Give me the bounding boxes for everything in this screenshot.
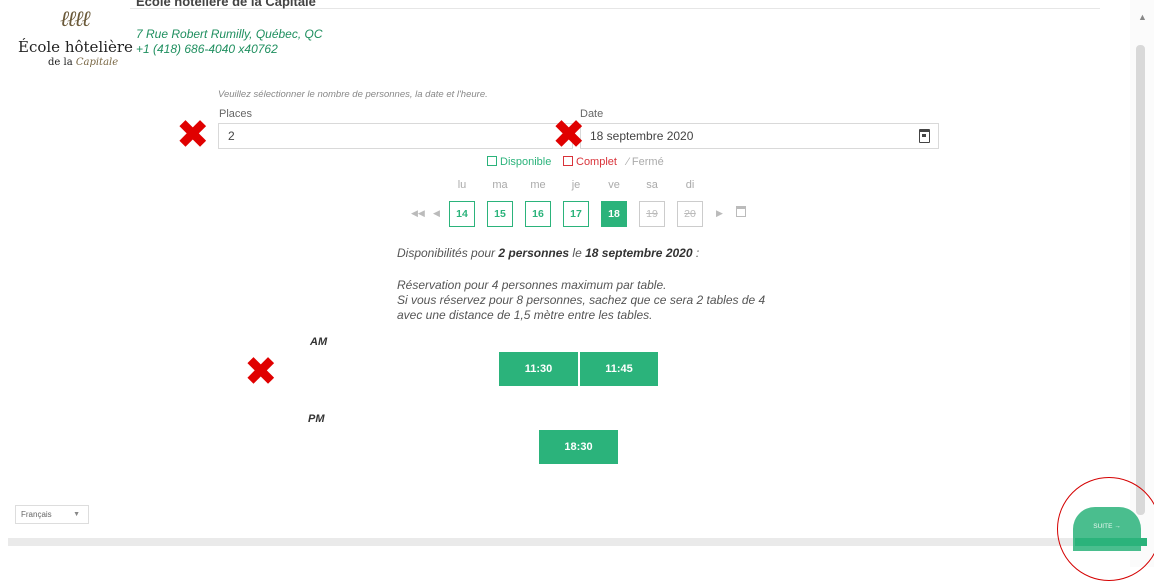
annotation-cross-places: ✖ <box>176 112 210 158</box>
available-swatch-icon <box>487 156 497 166</box>
weekday-thu: je <box>571 179 581 191</box>
full-swatch-icon <box>563 156 573 166</box>
org-address: 7 Rue Robert Rumilly, Québec, QC <box>136 27 323 41</box>
weekday-mon: lu <box>457 179 467 191</box>
calendar-icon[interactable] <box>919 129 930 143</box>
annotation-cross-date: ✖ <box>552 112 586 158</box>
legend-full: Complet <box>563 156 617 168</box>
slot-1830-button[interactable]: 18:30 <box>539 430 618 464</box>
places-label: Places <box>219 108 253 120</box>
day-16[interactable]: 16 <box>525 201 551 227</box>
closed-slash-icon: ⁄ <box>627 156 629 168</box>
notes-line1: Réservation pour 4 personnes maximum par… <box>397 278 667 292</box>
logo-line1: École hôtelière <box>18 38 133 56</box>
day-20: 20 <box>677 201 703 227</box>
date-value: 18 septembre 2020 <box>590 129 694 143</box>
legend-available: Disponible <box>487 156 551 168</box>
weekday-wed: me <box>530 179 546 191</box>
day-15[interactable]: 15 <box>487 201 513 227</box>
weekday-fri: ve <box>608 179 620 191</box>
legend-closed: ⁄ Fermé <box>627 156 664 168</box>
scroll-up-icon[interactable]: ▲ <box>1138 12 1147 22</box>
school-logo: ℓℓℓℓ École hôtelière de la Capitale <box>18 2 133 72</box>
weekday-tue: ma <box>492 179 508 191</box>
chevron-down-icon: ▼ <box>73 511 80 518</box>
prev-week-icon[interactable]: ◀ <box>433 208 440 219</box>
page-scrollbar[interactable] <box>1130 0 1154 567</box>
day-14[interactable]: 14 <box>449 201 475 227</box>
day-17[interactable]: 17 <box>563 201 589 227</box>
weekday-sun: di <box>685 179 695 191</box>
day-18[interactable]: 18 <box>601 201 627 227</box>
org-name: École hôtelière de la Capitale <box>136 0 316 9</box>
reservation-notes: Réservation pour 4 personnes maximum par… <box>397 278 777 323</box>
language-select[interactable]: Français ▼ <box>15 505 89 524</box>
day-19: 19 <box>639 201 665 227</box>
scrollbar-thumb[interactable] <box>1136 45 1145 515</box>
org-phone[interactable]: +1 (418) 686-4040 x40762 <box>136 42 278 56</box>
weekday-sat: sa <box>646 179 658 191</box>
slot-1145-button[interactable]: 11:45 <box>580 352 658 386</box>
bottom-scrollbar[interactable] <box>8 538 1130 546</box>
am-label: AM <box>310 336 328 348</box>
next-week-icon[interactable]: ▶ <box>716 208 723 219</box>
next-button-bar <box>1075 538 1147 546</box>
availability-heading: Disponibilités pour 2 personnes le 18 se… <box>397 246 700 260</box>
annotation-cross-am: ✖ <box>244 349 278 395</box>
slot-1130-button[interactable]: 11:30 <box>499 352 578 386</box>
calendar-jump-icon[interactable] <box>736 206 746 217</box>
pm-label: PM <box>308 413 325 425</box>
first-week-icon[interactable]: ◀◀ <box>411 208 425 219</box>
places-input[interactable]: 2 <box>218 123 573 149</box>
form-instructions: Veuillez sélectionner le nombre de perso… <box>218 89 488 100</box>
date-input[interactable]: 18 septembre 2020 <box>580 123 939 149</box>
logo-mark-icon: ℓℓℓℓ <box>60 7 91 32</box>
logo-line2: de la Capitale <box>48 57 119 68</box>
notes-line2: Si vous réservez pour 8 personnes, sache… <box>397 293 766 322</box>
